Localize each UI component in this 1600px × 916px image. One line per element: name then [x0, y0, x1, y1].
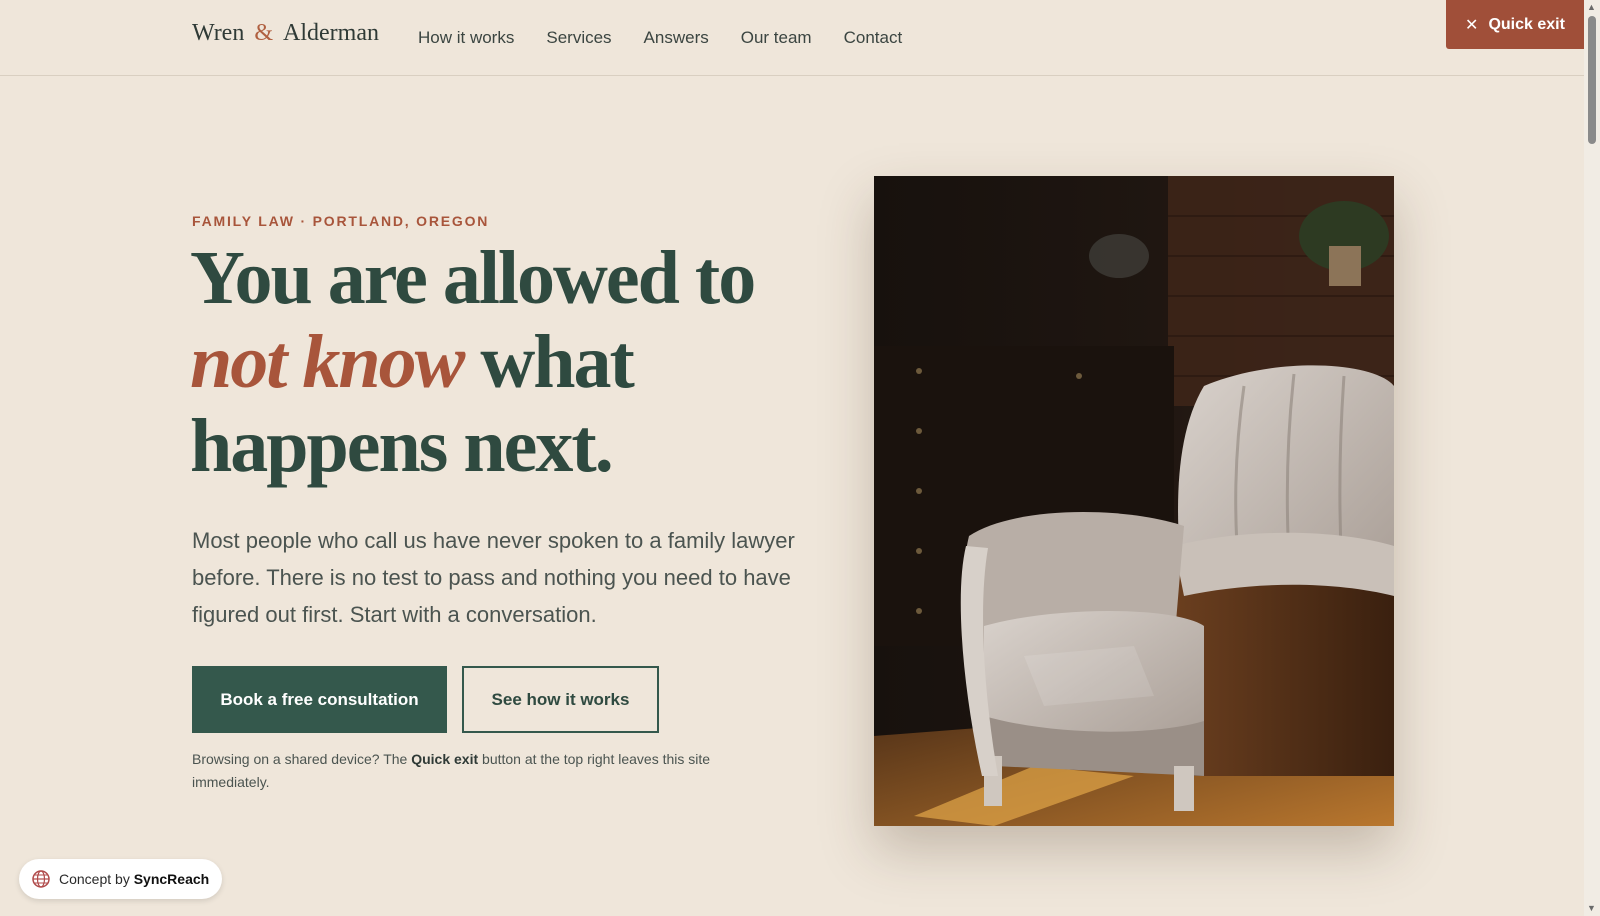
- headline-line-3: happens next.: [190, 404, 614, 488]
- headline-emphasis: not know: [190, 320, 465, 404]
- shared-device-note: Browsing on a shared device? The Quick e…: [192, 748, 752, 794]
- logo-name-left: Wren: [192, 20, 245, 46]
- note-text-before: Browsing on a shared device? The: [192, 751, 412, 767]
- nav-services[interactable]: Services: [546, 28, 611, 48]
- book-consultation-button[interactable]: Book a free consultation: [192, 666, 447, 733]
- armchair-photo: [874, 176, 1394, 826]
- nav-contact[interactable]: Contact: [844, 28, 903, 48]
- headline-line-2-rest: what: [463, 320, 634, 404]
- badge-brand: SyncReach: [133, 871, 210, 887]
- globe-icon: [32, 870, 50, 888]
- hero-eyebrow: FAMILY LAW · PORTLAND, OREGON: [192, 213, 490, 229]
- scroll-up-arrow-icon[interactable]: ▲: [1587, 2, 1596, 12]
- page-scrollbar[interactable]: ▲ ▼: [1584, 0, 1600, 916]
- nav-our-team[interactable]: Our team: [741, 28, 812, 48]
- hero-headline: You are allowed to not know what happens…: [190, 236, 830, 488]
- see-how-it-works-button[interactable]: See how it works: [462, 666, 659, 733]
- site-header: Wren & Alderman How it works Services Answ…: [0, 0, 1584, 76]
- concept-badge[interactable]: Concept by SyncReach: [19, 859, 222, 899]
- badge-text: Concept by SyncReach: [59, 871, 209, 887]
- close-icon: ✕: [1465, 16, 1479, 34]
- logo[interactable]: Wren & Alderman: [192, 20, 379, 47]
- main-nav: How it works Services Answers Our team C…: [418, 28, 902, 48]
- scroll-down-arrow-icon[interactable]: ▼: [1587, 903, 1596, 913]
- logo-ampersand: &: [254, 20, 274, 46]
- note-quick-exit: Quick exit: [411, 751, 479, 767]
- quick-exit-label: Quick exit: [1488, 15, 1565, 33]
- logo-name-right: Alderman: [283, 20, 379, 46]
- hero-lede: Most people who call us have never spoke…: [192, 528, 795, 627]
- badge-prefix: Concept by: [59, 871, 134, 887]
- armchair-illustration: [874, 176, 1394, 826]
- quick-exit-button[interactable]: ✕ Quick exit: [1446, 0, 1584, 49]
- nav-answers[interactable]: Answers: [644, 28, 709, 48]
- scrollbar-thumb[interactable]: [1588, 16, 1596, 144]
- nav-how-it-works[interactable]: How it works: [418, 28, 514, 48]
- headline-line-1: You are allowed to: [190, 236, 756, 320]
